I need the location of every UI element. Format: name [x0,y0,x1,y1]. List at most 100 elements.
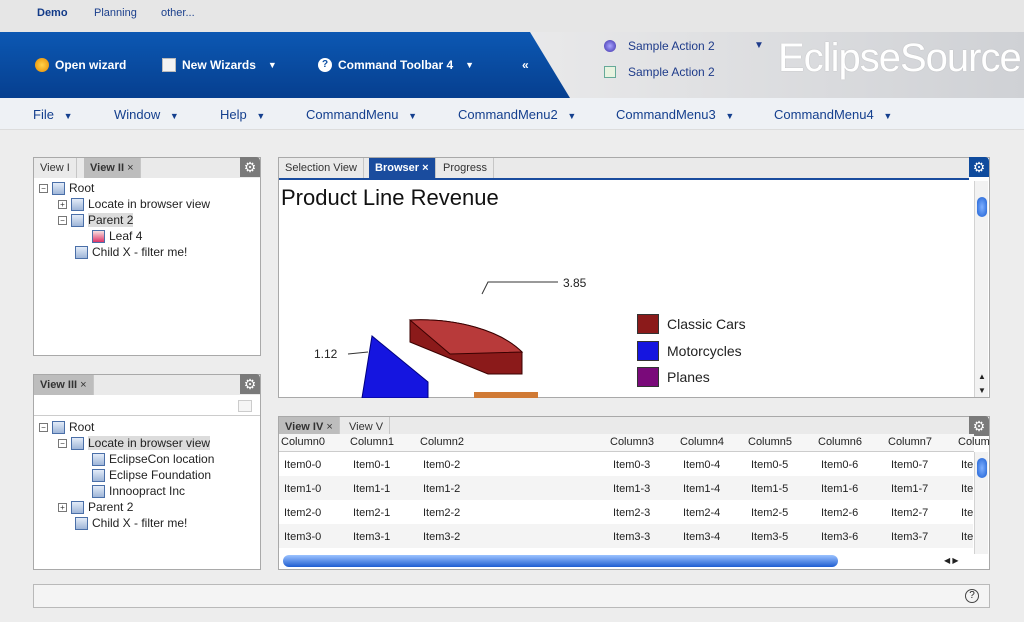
collapse-toolbar-button[interactable]: « [522,58,529,72]
tree-node-locate[interactable]: + Locate in browser view [58,197,210,211]
tree-node-parent2[interactable]: + Parent 2 [58,500,133,514]
help-icon[interactable]: ? [965,589,979,603]
table-cell[interactable]: Item1-7 [891,483,928,495]
column-header[interactable]: Column7 [888,436,932,448]
table-cell[interactable]: Item1-5 [751,483,788,495]
table-cell[interactable]: Item2-1 [353,507,390,519]
leader-line [481,281,558,295]
table-cell[interactable]: Ite [961,531,973,543]
menu-help[interactable]: Help ▼ [220,107,265,122]
node-icon [71,500,84,514]
menu-window[interactable]: Window ▼ [114,107,179,122]
menu-commandmenu3[interactable]: CommandMenu3 ▼ [616,107,734,122]
table-cell[interactable]: Item0-0 [284,459,321,471]
menu-commandmenu[interactable]: CommandMenu ▼ [306,107,417,122]
column-header[interactable]: Colum [958,436,990,448]
tree-node-root[interactable]: − Root [39,181,94,195]
browser-vertical-scrollbar[interactable]: ▼ ▲ [974,181,988,397]
nav-planning[interactable]: Planning [94,7,137,19]
legend-planes: Planes [637,367,710,387]
table-cell[interactable]: Item3-6 [821,531,858,543]
gear-icon[interactable]: ⚙ [969,416,989,436]
gear-icon[interactable]: ⚙ [240,374,260,394]
tree-node-innoopract[interactable]: Innoopract Inc [92,484,185,498]
table-cell[interactable]: Item2-2 [423,507,460,519]
table-cell[interactable]: Item0-7 [891,459,928,471]
column-header[interactable]: Column2 [420,436,464,448]
table-cell[interactable]: Item0-3 [613,459,650,471]
table-cell[interactable]: Item3-5 [751,531,788,543]
scroll-left-icon[interactable]: ◀ ▶ [944,556,959,565]
column-header[interactable]: Column4 [680,436,724,448]
tree-node-root[interactable]: − Root [39,420,94,434]
chevron-down-icon: ▼ [465,60,475,70]
new-wizards-button[interactable]: New Wizards ▼ [162,58,277,72]
open-wizard-button[interactable]: Open wizard [35,58,126,72]
command-toolbar-button[interactable]: ? Command Toolbar 4 ▼ [318,58,474,72]
node-icon [75,245,88,259]
table-vertical-scrollbar[interactable] [974,452,988,554]
tab-view-iii[interactable]: View III × [34,375,94,395]
table-cell[interactable]: Item1-6 [821,483,858,495]
tab-view-i[interactable]: View I [34,158,77,178]
table-cell[interactable]: Ite [961,483,973,495]
tree-node-leaf4[interactable]: Leaf 4 [92,229,142,243]
table-cell[interactable]: Item2-6 [821,507,858,519]
table-cell[interactable]: Item1-4 [683,483,720,495]
table-cell[interactable]: Item3-7 [891,531,928,543]
column-header[interactable]: Column6 [818,436,862,448]
filter-icon[interactable] [238,400,252,412]
table-cell[interactable]: Item0-6 [821,459,858,471]
sample-action-1[interactable]: Sample Action 2 [604,39,715,53]
table-cell[interactable]: Item3-3 [613,531,650,543]
table-cell[interactable]: Item1-2 [423,483,460,495]
nav-demo[interactable]: Demo [37,7,68,19]
table-cell[interactable]: Item0-4 [683,459,720,471]
table-cell[interactable]: Item3-4 [683,531,720,543]
column-header[interactable]: Column3 [610,436,654,448]
gear-icon[interactable]: ⚙ [969,157,989,177]
column-header[interactable]: Column5 [748,436,792,448]
menu-commandmenu4[interactable]: CommandMenu4 ▼ [774,107,892,122]
tab-view-ii[interactable]: View II × [84,158,141,178]
table-cell[interactable]: Item0-1 [353,459,390,471]
menu-file[interactable]: File ▼ [33,107,73,122]
tree-node-eclipse-foundation[interactable]: Eclipse Foundation [92,468,211,482]
table-cell[interactable]: Ite [961,459,973,471]
table-cell[interactable]: Item2-0 [284,507,321,519]
tab-browser[interactable]: Browser × [369,158,436,178]
sample-action-2[interactable]: Sample Action 2 [604,65,715,79]
tree-node-childx[interactable]: Child X - filter me! [75,516,187,530]
table-cell[interactable]: Item2-4 [683,507,720,519]
table-cell[interactable]: Item2-7 [891,507,928,519]
table-cell[interactable]: Item1-1 [353,483,390,495]
table-cell[interactable]: Item0-2 [423,459,460,471]
tree-node-childx[interactable]: Child X - filter me! [75,245,187,259]
table-cell[interactable]: Item1-3 [613,483,650,495]
table-cell[interactable]: Item3-0 [284,531,321,543]
column-header[interactable]: Column0 [281,436,325,448]
top-navigation-bar [0,0,1024,32]
table-cell[interactable]: Item2-3 [613,507,650,519]
node-icon [71,213,84,227]
tab-progress[interactable]: Progress [437,158,495,178]
table-horizontal-scrollbar-thumb[interactable] [283,555,838,567]
table-cell[interactable]: Item1-0 [284,483,321,495]
nav-other[interactable]: other... [161,7,195,19]
node-icon [52,420,65,434]
menu-commandmenu2[interactable]: CommandMenu2 ▼ [458,107,576,122]
leaf-icon [92,229,105,243]
table-cell[interactable]: Item0-5 [751,459,788,471]
tree-node-eclipsecon[interactable]: EclipseCon location [92,452,214,466]
chevron-down-icon[interactable]: ▼ [754,40,764,51]
table-cell[interactable]: Ite [961,507,973,519]
gear-icon[interactable]: ⚙ [240,157,260,177]
node-icon [92,484,105,498]
column-header[interactable]: Column1 [350,436,394,448]
tab-selection-view[interactable]: Selection View [279,158,364,178]
tree-node-parent2[interactable]: − Parent 2 [58,213,134,227]
table-cell[interactable]: Item3-1 [353,531,390,543]
table-cell[interactable]: Item3-2 [423,531,460,543]
table-cell[interactable]: Item2-5 [751,507,788,519]
tree-node-locate[interactable]: − Locate in browser view [58,436,211,450]
